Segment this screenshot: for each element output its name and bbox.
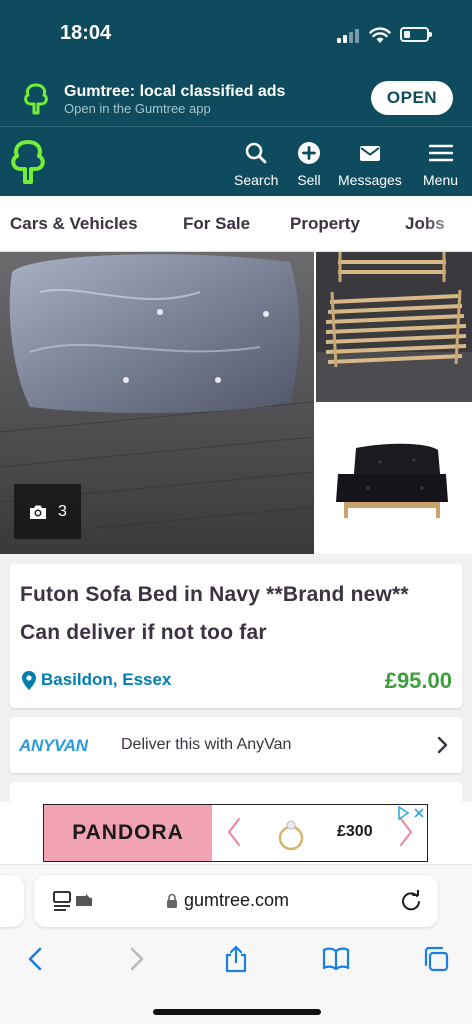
category-for-sale[interactable]: For Sale xyxy=(183,214,250,234)
scroll-fade xyxy=(422,196,472,251)
previous-tab-preview[interactable] xyxy=(0,875,24,927)
status-time: 18:04 xyxy=(60,22,112,44)
share-icon[interactable] xyxy=(222,945,250,973)
lock-icon xyxy=(167,893,177,908)
main-photo[interactable]: 3 xyxy=(0,252,314,554)
main-nav: Search Sell Messages Menu xyxy=(0,127,472,196)
back-icon[interactable] xyxy=(22,945,50,973)
bed-frame-image xyxy=(316,252,472,402)
listing-price: £95.00 xyxy=(384,668,452,693)
reader-format-icon[interactable] xyxy=(52,889,100,913)
ad-price: £300 xyxy=(337,823,373,840)
category-property[interactable]: Property xyxy=(290,214,360,234)
nav-menu-label: Menu xyxy=(423,172,459,188)
ad-brand: PANDORA xyxy=(44,805,212,861)
nav-menu[interactable]: Menu xyxy=(423,141,458,188)
thumbnail-photo-futon[interactable] xyxy=(316,404,472,554)
futon-sofa-image xyxy=(316,404,472,554)
photo-count: 3 xyxy=(58,502,67,520)
nav-search[interactable]: Search xyxy=(234,141,278,188)
address-bar[interactable]: gumtree.com xyxy=(34,875,438,927)
anyvan-logo: ANYVAN xyxy=(19,736,88,755)
cellular-signal-icon xyxy=(337,29,363,43)
plus-circle-icon xyxy=(298,142,320,164)
camera-icon xyxy=(30,505,47,519)
banner-title: Gumtree: local classified ads xyxy=(64,83,286,100)
nav-messages[interactable]: Messages xyxy=(338,141,402,188)
chevron-right-icon xyxy=(437,736,448,754)
browser-toolbar: gumtree.com xyxy=(0,864,472,1024)
gumtree-logo-icon xyxy=(24,83,48,115)
nav-search-label: Search xyxy=(234,172,279,188)
category-bar: Cars & Vehicles For Sale Property Jobs xyxy=(0,196,472,252)
site-header: 18:04 Gumtree: local classified ads Open… xyxy=(0,0,472,196)
photo-count-badge[interactable]: 3 xyxy=(14,484,81,539)
chevron-left-icon[interactable] xyxy=(226,817,242,847)
battery-icon xyxy=(400,27,432,42)
listing-title: Futon Sofa Bed in Navy **Brand new** Can… xyxy=(20,583,409,644)
tabs-icon[interactable] xyxy=(422,945,450,973)
ad-container: PANDORA £300 xyxy=(0,802,472,864)
url-text: gumtree.com xyxy=(184,890,290,910)
nav-sell-label: Sell xyxy=(297,172,321,188)
listing-summary-card: Futon Sofa Bed in Navy **Brand new** Can… xyxy=(10,564,462,708)
bookmarks-icon[interactable] xyxy=(322,945,350,973)
hamburger-icon xyxy=(428,144,453,162)
wifi-icon xyxy=(369,27,391,43)
ad-choices-icon[interactable] xyxy=(396,806,426,820)
thumbnail-photo-frame[interactable] xyxy=(316,252,472,402)
reload-icon[interactable] xyxy=(400,890,422,912)
location-text: Basildon, Essex xyxy=(41,670,172,689)
status-bar: 18:04 xyxy=(0,0,472,70)
nav-sell[interactable]: Sell xyxy=(297,141,321,188)
pandora-ad[interactable]: PANDORA £300 xyxy=(43,804,428,862)
home-indicator xyxy=(153,1009,321,1015)
ring-image xyxy=(278,820,304,851)
chevron-right-icon[interactable] xyxy=(398,817,414,847)
photo-gallery: 3 xyxy=(0,252,472,554)
listing-location[interactable]: Basildon, Essex xyxy=(22,670,171,690)
anyvan-delivery-link[interactable]: ANYVAN Deliver this with AnyVan xyxy=(10,717,462,773)
location-pin-icon xyxy=(22,670,36,690)
forward-icon[interactable] xyxy=(122,945,150,973)
mail-icon xyxy=(359,146,380,161)
open-app-button[interactable]: OPEN xyxy=(371,81,453,115)
anyvan-text: Deliver this with AnyVan xyxy=(121,736,292,753)
gumtree-logo-icon[interactable] xyxy=(8,139,48,185)
nav-messages-label: Messages xyxy=(338,172,402,188)
category-cars-vehicles[interactable]: Cars & Vehicles xyxy=(10,214,138,234)
app-install-banner: Gumtree: local classified ads Open in th… xyxy=(0,70,472,126)
search-icon xyxy=(245,142,267,164)
banner-subtitle: Open in the Gumtree app xyxy=(64,101,211,116)
